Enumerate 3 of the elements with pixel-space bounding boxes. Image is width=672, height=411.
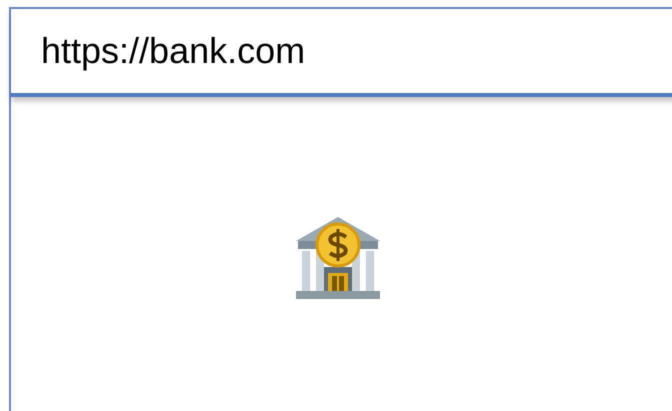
bank-icon: [294, 215, 382, 301]
url-text: https://bank.com: [41, 33, 306, 69]
address-bar[interactable]: https://bank.com: [11, 9, 672, 97]
